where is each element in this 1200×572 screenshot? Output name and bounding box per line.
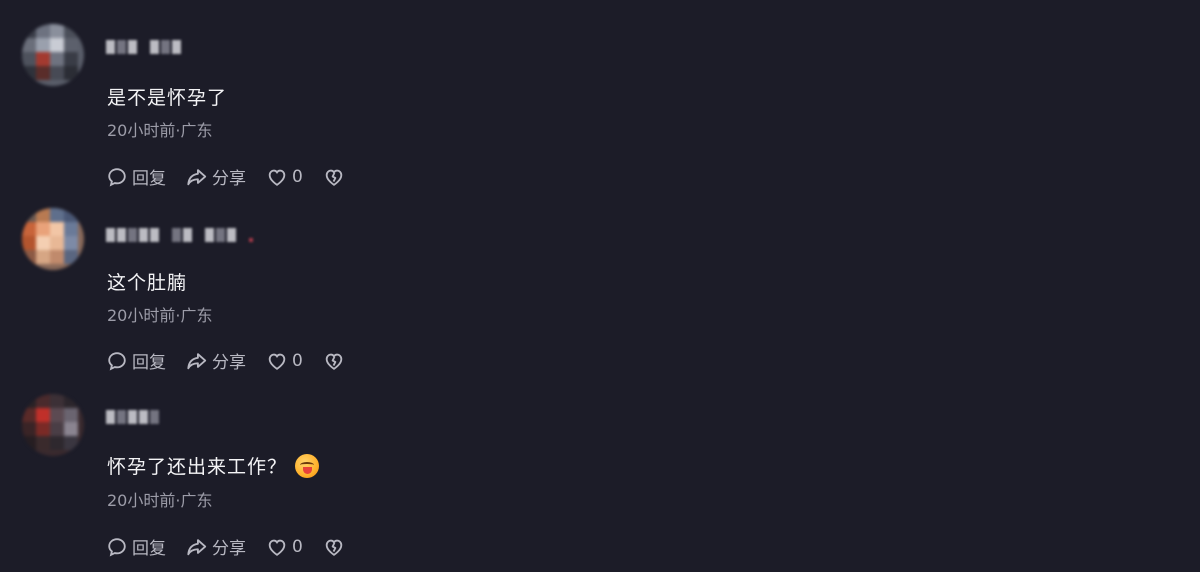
dislike-button[interactable]: [323, 166, 345, 188]
share-label: 分享: [212, 353, 246, 373]
comment-actions: 回复 分享 0: [106, 348, 345, 373]
like-button[interactable]: 0: [266, 350, 303, 372]
comment-text: 这个肚腩: [107, 268, 187, 295]
heart-icon: [266, 536, 288, 558]
heart-icon: [266, 166, 288, 188]
share-arrow-icon: [186, 536, 208, 558]
share-label: 分享: [212, 539, 246, 559]
reply-button[interactable]: 回复: [106, 534, 166, 559]
reply-label: 回复: [132, 353, 166, 373]
broken-heart-icon: [323, 536, 345, 558]
comment-text-content: 怀孕了还出来工作？: [107, 456, 288, 478]
like-count: 0: [292, 350, 303, 371]
like-count: 0: [292, 166, 303, 187]
broken-heart-icon: [323, 350, 345, 372]
speech-bubble-icon: [106, 536, 128, 558]
reply-button[interactable]: 回复: [106, 348, 166, 373]
heart-icon: [266, 350, 288, 372]
comment-text: 怀孕了还出来工作？: [107, 452, 320, 479]
reply-label: 回复: [132, 539, 166, 559]
comment-actions: 回复 分享 0: [106, 164, 345, 189]
dislike-button[interactable]: [323, 536, 345, 558]
avatar[interactable]: [22, 394, 84, 456]
avatar[interactable]: [22, 208, 84, 270]
like-count: 0: [292, 536, 303, 557]
tongue-out-face-emoji: [295, 453, 320, 478]
reply-label: 回复: [132, 169, 166, 189]
share-button[interactable]: 分享: [186, 164, 246, 189]
dislike-button[interactable]: [323, 350, 345, 372]
comment-text-content: 是不是怀孕了: [107, 87, 228, 109]
share-button[interactable]: 分享: [186, 534, 246, 559]
share-label: 分享: [212, 169, 246, 189]
comment-actions: 回复 分享 0: [106, 534, 345, 559]
share-arrow-icon: [186, 166, 208, 188]
username-blurred[interactable]: [106, 40, 181, 58]
like-button[interactable]: 0: [266, 536, 303, 558]
comment-meta: 20小时前·广东: [107, 121, 213, 140]
reply-button[interactable]: 回复: [106, 164, 166, 189]
comment-text: 是不是怀孕了: [107, 83, 227, 110]
avatar[interactable]: [22, 24, 84, 86]
comment-text-content: 这个肚腩: [107, 272, 188, 294]
like-button[interactable]: 0: [266, 166, 303, 188]
comment-meta: 20小时前·广东: [107, 306, 213, 325]
share-button[interactable]: 分享: [186, 348, 246, 373]
share-arrow-icon: [186, 350, 208, 372]
comment-list: 是不是怀孕了 20小时前·广东 回复 分享 0 这个肚腩 20小时前·广东 回复…: [0, 0, 1200, 572]
speech-bubble-icon: [106, 166, 128, 188]
username-blurred[interactable]: [106, 228, 253, 246]
broken-heart-icon: [323, 166, 345, 188]
username-blurred[interactable]: [106, 410, 159, 428]
speech-bubble-icon: [106, 350, 128, 372]
comment-meta: 20小时前·广东: [107, 491, 213, 510]
